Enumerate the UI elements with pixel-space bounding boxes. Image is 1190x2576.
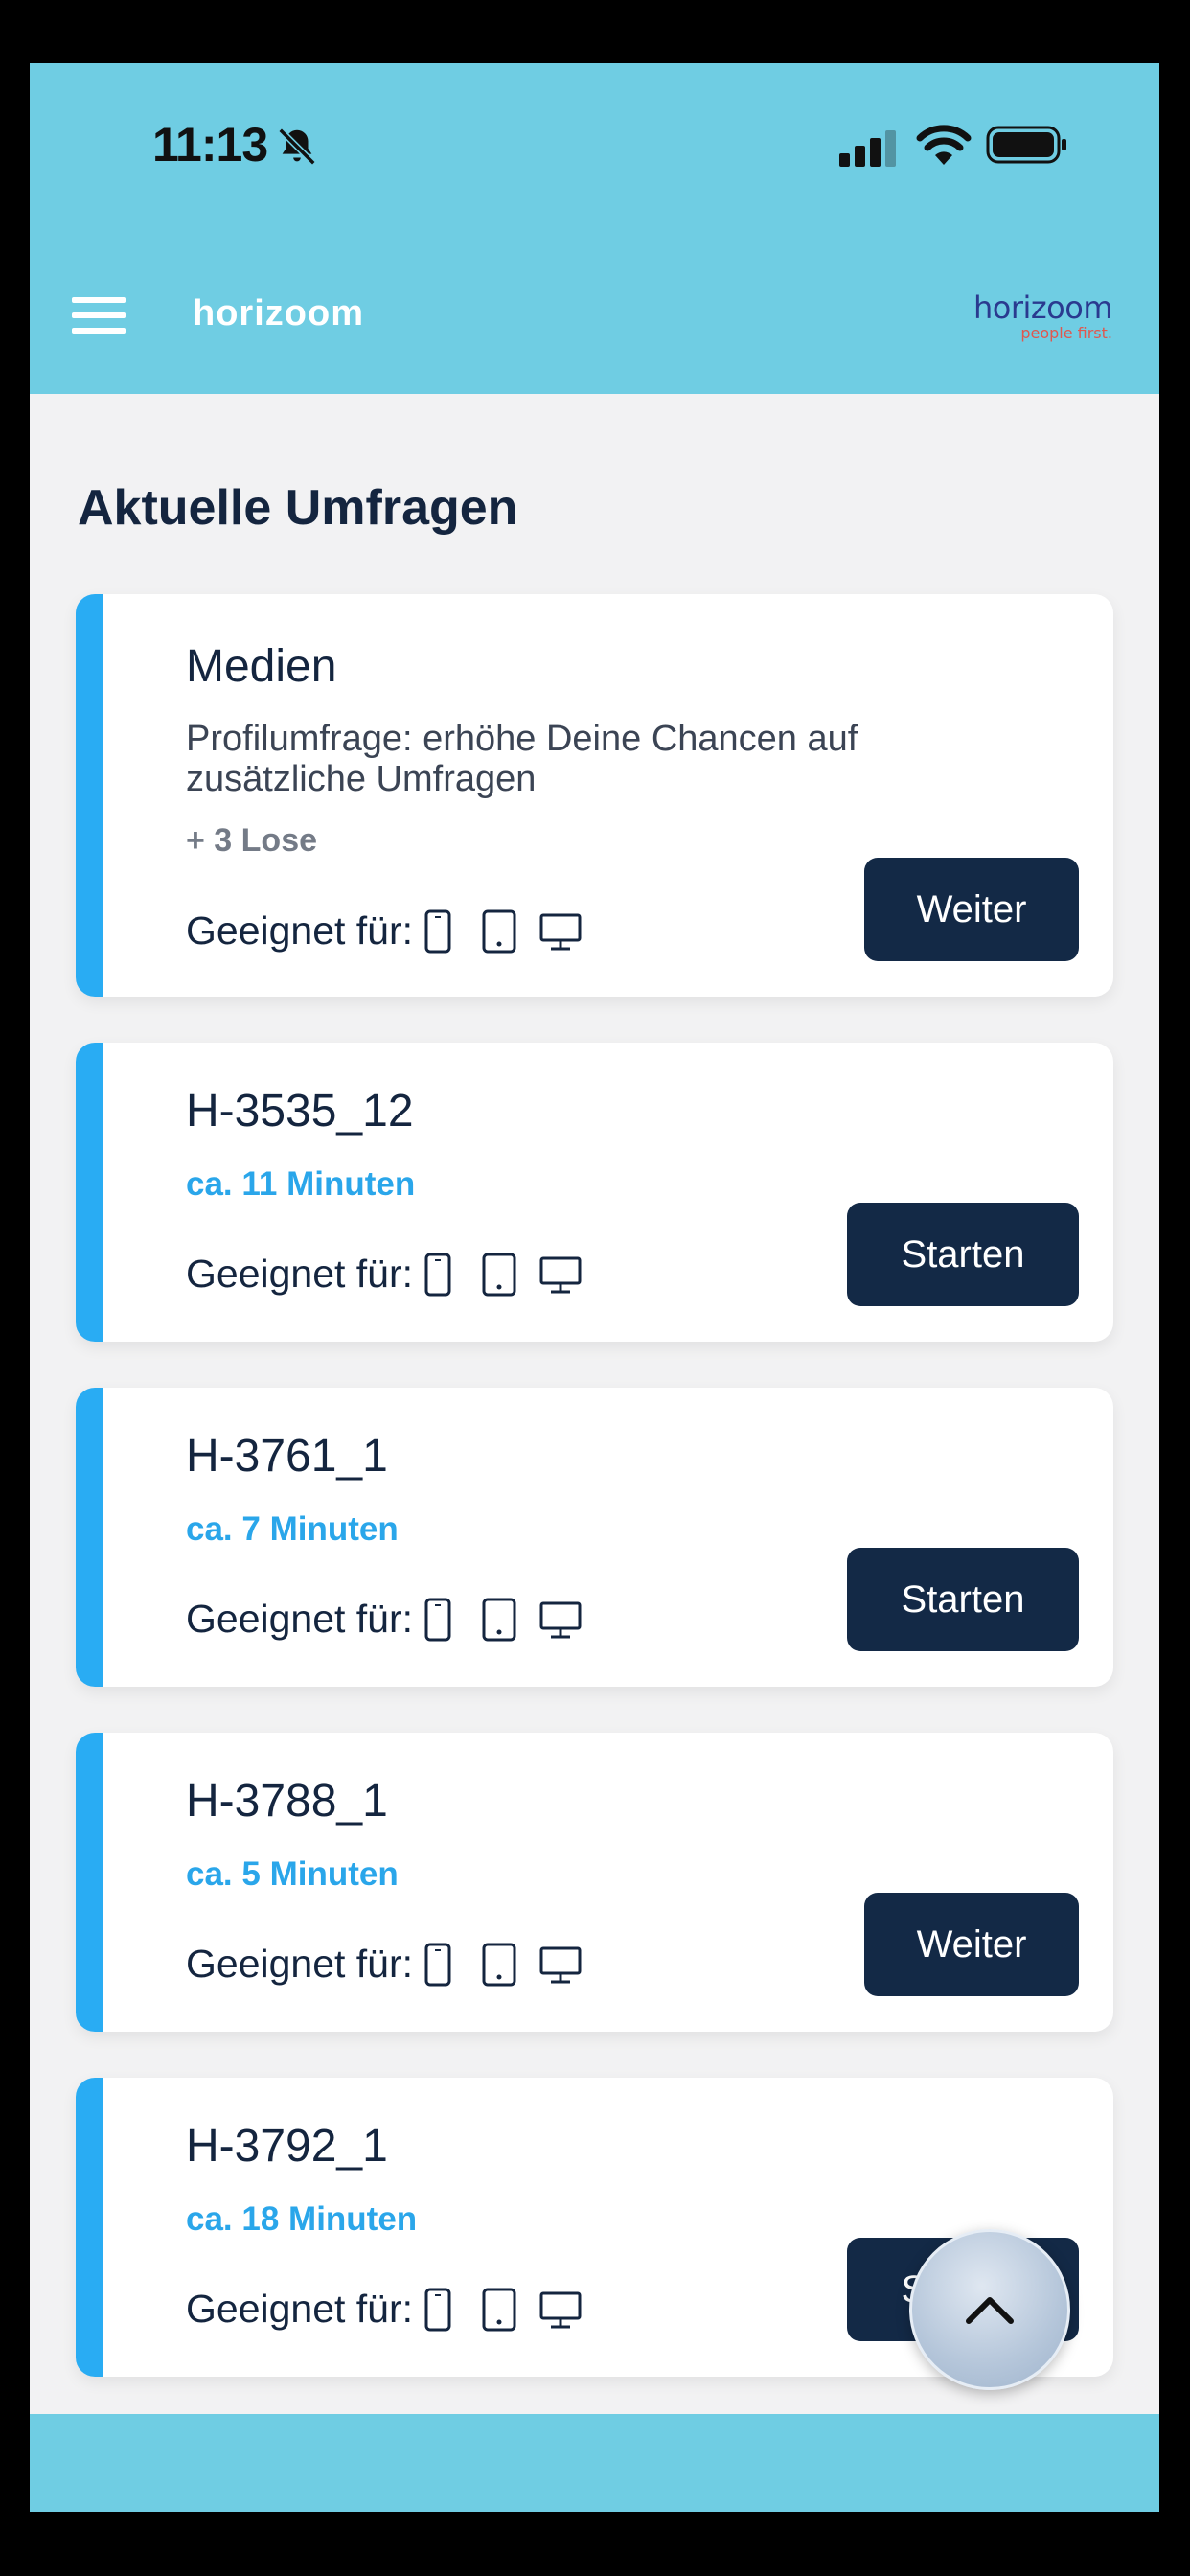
card-accent: [76, 2078, 103, 2377]
desktop-icon: [539, 913, 582, 951]
survey-title: H-3792_1: [186, 2121, 388, 2172]
start-button[interactable]: Starten: [847, 1203, 1079, 1306]
devices-label: Geeignet für:: [186, 2287, 414, 2331]
card-accent: [76, 594, 103, 997]
survey-title: Medien: [186, 641, 337, 692]
start-button[interactable]: Starten: [847, 1548, 1079, 1651]
desktop-icon: [539, 1946, 582, 1984]
survey-title: H-3761_1: [186, 1431, 388, 1482]
wifi-icon: [916, 125, 972, 165]
menu-icon[interactable]: [72, 295, 126, 335]
continue-button[interactable]: Weiter: [864, 858, 1079, 961]
survey-card: H-3535_12 ca. 11 Minuten Geeignet für: S…: [76, 1043, 1113, 1342]
devices-label: Geeignet für:: [186, 1597, 414, 1641]
chevron-up-icon: [966, 2297, 1014, 2324]
brand-logo-tagline: people first.: [1020, 324, 1112, 342]
bell-slash-icon: [278, 127, 316, 166]
continue-button[interactable]: Weiter: [864, 1893, 1079, 1996]
bottom-bar: [30, 2414, 1159, 2512]
scroll-to-top-button[interactable]: [909, 2229, 1070, 2390]
page-title: Aktuelle Umfragen: [78, 480, 518, 536]
smartphone-icon: [424, 1253, 451, 1297]
signal-icon: [839, 130, 896, 167]
survey-duration: ca. 11 Minuten: [186, 1165, 416, 1203]
smartphone-icon: [424, 1943, 451, 1987]
app-title: horizoom: [193, 293, 364, 334]
survey-title: H-3788_1: [186, 1776, 388, 1827]
battery-icon: [986, 126, 1066, 164]
smartphone-icon: [424, 2288, 451, 2332]
smartphone-icon: [424, 1598, 451, 1642]
survey-title: H-3535_12: [186, 1086, 414, 1137]
tablet-icon: [482, 909, 516, 954]
survey-card: H-3788_1 ca. 5 Minuten Geeignet für: Wei…: [76, 1733, 1113, 2032]
smartphone-icon: [424, 909, 451, 954]
survey-duration: ca. 18 Minuten: [186, 2200, 418, 2238]
tablet-icon: [482, 1598, 516, 1642]
survey-description: Profilumfrage: erhöhe Deine Chancen auf …: [186, 719, 858, 799]
card-accent: [76, 1733, 103, 2032]
app-screen: 11:13 horizoom horizoom people first. Ak…: [30, 63, 1159, 2512]
devices-label: Geeignet für:: [186, 1942, 414, 1986]
desktop-icon: [539, 2291, 582, 2329]
brand-logo-main: horizoom: [973, 289, 1113, 326]
survey-duration: ca. 7 Minuten: [186, 1510, 399, 1548]
tablet-icon: [482, 1253, 516, 1297]
header-bar: 11:13 horizoom horizoom people first.: [30, 63, 1159, 394]
status-time: 11:13: [152, 118, 268, 172]
survey-duration: ca. 5 Minuten: [186, 1855, 399, 1893]
devices-label: Geeignet für:: [186, 1252, 414, 1296]
card-accent: [76, 1043, 103, 1342]
card-accent: [76, 1388, 103, 1687]
survey-bonus: + 3 Lose: [186, 822, 318, 859]
brand-logo: horizoom people first.: [969, 289, 1113, 343]
tablet-icon: [482, 2288, 516, 2332]
survey-card: H-3761_1 ca. 7 Minuten Geeignet für: Sta…: [76, 1388, 1113, 1687]
devices-label: Geeignet für:: [186, 908, 414, 953]
tablet-icon: [482, 1943, 516, 1987]
desktop-icon: [539, 1601, 582, 1639]
desktop-icon: [539, 1256, 582, 1294]
survey-card: Medien Profilumfrage: erhöhe Deine Chanc…: [76, 594, 1113, 997]
